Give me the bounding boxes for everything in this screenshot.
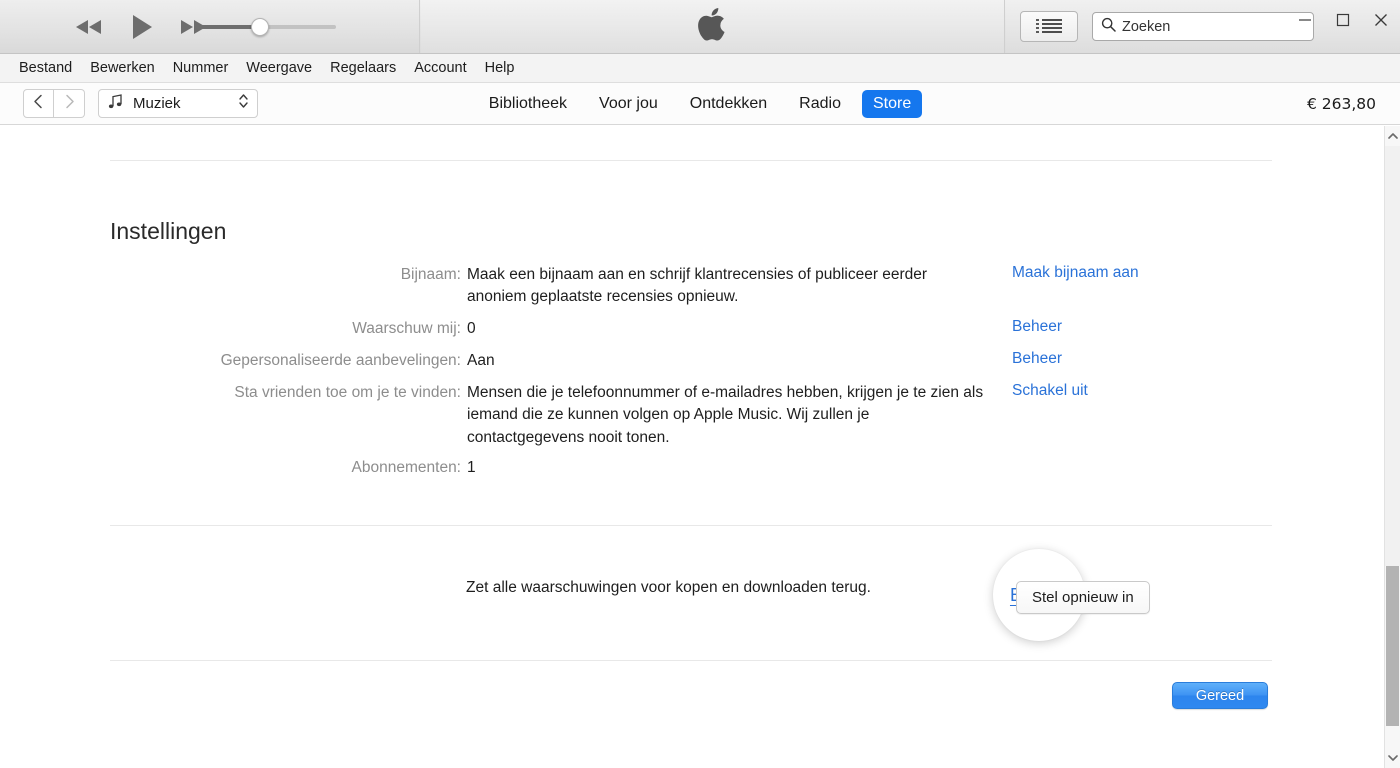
setting-value: 0 [467, 320, 476, 337]
menu-item-account[interactable]: Account [405, 57, 475, 79]
tab-bibliotheek[interactable]: Bibliotheek [478, 90, 578, 118]
setting-action-beheer-aanbevelingen[interactable]: Beheer [1012, 350, 1062, 368]
divider-bottom [110, 660, 1272, 661]
page-title: Instellingen [110, 218, 227, 244]
scrollbar-thumb[interactable] [1386, 566, 1399, 726]
account-settings-content: Instellingen Bijnaam: Maak een bijnaam a… [0, 126, 1384, 768]
playback-controls-panel [0, 0, 420, 53]
menu-item-weergave[interactable]: Weergave [237, 57, 321, 79]
done-button[interactable]: Gereed [1172, 682, 1268, 709]
scrollbar-track[interactable] [1385, 146, 1400, 566]
history-navigation [23, 89, 85, 118]
menu-item-bewerken[interactable]: Bewerken [81, 57, 163, 79]
chevron-left-icon [33, 94, 44, 114]
setting-value: Mensen die je telefoonnummer of e-mailad… [467, 384, 984, 446]
setting-row-abonnementen: Abonnementen: 1 [0, 457, 1300, 479]
volume-track-filled [196, 25, 258, 29]
volume-slider[interactable] [196, 18, 336, 36]
title-bar-right [1006, 0, 1400, 53]
search-input[interactable] [1122, 18, 1302, 35]
apple-logo [696, 4, 730, 49]
setting-label: Gepersonaliseerde aanbevelingen: [220, 352, 461, 369]
rewind-icon[interactable] [72, 17, 106, 37]
source-selector[interactable]: Muziek [98, 89, 258, 118]
chevron-right-icon [64, 94, 75, 114]
setting-row-bijnaam: Bijnaam: Maak een bijnaam aan en schrijf… [0, 264, 1300, 309]
account-credit-balance: € 263,80 [1306, 95, 1376, 113]
menu-item-nummer[interactable]: Nummer [164, 57, 238, 79]
setting-row-vrienden-vinden: Sta vrienden toe om je te vinden: Mensen… [0, 382, 1300, 449]
setting-label: Waarschuw mij: [352, 320, 461, 337]
setting-row-aanbevelingen: Gepersonaliseerde aanbevelingen: Aan Beh… [0, 350, 1300, 372]
now-playing-panel [421, 0, 1005, 53]
setting-value: 1 [467, 459, 476, 476]
minimize-icon[interactable] [1286, 1, 1324, 39]
close-icon[interactable] [1362, 1, 1400, 39]
chevron-updown-icon [238, 92, 249, 115]
menu-item-help[interactable]: Help [476, 57, 524, 79]
source-selector-label: Muziek [133, 95, 181, 112]
divider-middle [110, 525, 1272, 526]
menu-bar: Bestand Bewerken Nummer Weergave Regelaa… [0, 54, 1400, 83]
tab-ontdekken[interactable]: Ontdekken [679, 90, 778, 118]
reset-warnings-button[interactable]: Stel opnieuw in [1016, 581, 1150, 614]
setting-label: Sta vrienden toe om je te vinden: [234, 384, 461, 401]
scroll-up-arrow[interactable] [1385, 126, 1400, 146]
tab-radio[interactable]: Radio [788, 90, 852, 118]
divider-top [110, 160, 1272, 161]
list-view-icon[interactable] [1020, 11, 1078, 42]
volume-knob[interactable] [251, 18, 269, 36]
window-controls [1286, 0, 1400, 40]
navigation-toolbar: Muziek Bibliotheek Voor jou Ontdekken Ra… [0, 83, 1400, 125]
music-note-icon [107, 93, 123, 115]
setting-action-beheer-waarschuw-mij[interactable]: Beheer [1012, 318, 1062, 336]
volume-track-empty [258, 25, 336, 29]
transport-controls [72, 13, 210, 41]
setting-value: Aan [467, 352, 495, 369]
setting-label: Bijnaam: [400, 266, 461, 283]
scroll-down-arrow[interactable] [1385, 748, 1400, 768]
setting-label: Abonnementen: [351, 459, 461, 476]
search-box[interactable] [1092, 12, 1314, 41]
search-icon [1101, 17, 1116, 37]
setting-action-schakel-uit[interactable]: Schakel uit [1012, 382, 1088, 400]
vertical-scrollbar[interactable] [1384, 126, 1400, 768]
tab-store[interactable]: Store [861, 90, 923, 118]
setting-row-waarschuw-mij: Waarschuw mij: 0 Beheer [0, 318, 1300, 340]
play-icon[interactable] [128, 13, 154, 41]
reset-warnings-description: Zet alle waarschuwingen voor kopen en do… [466, 579, 871, 596]
menu-item-bestand[interactable]: Bestand [10, 57, 81, 79]
maximize-icon[interactable] [1324, 1, 1362, 39]
forward-button[interactable] [54, 89, 85, 118]
tab-voor-jou[interactable]: Voor jou [588, 90, 669, 118]
back-button[interactable] [23, 89, 54, 118]
title-bar [0, 0, 1400, 54]
setting-action-maak-bijnaam-aan[interactable]: Maak bijnaam aan [1012, 264, 1139, 282]
setting-value: Maak een bijnaam aan en schrijf klantrec… [467, 266, 928, 306]
menu-item-regelaars[interactable]: Regelaars [321, 57, 405, 79]
